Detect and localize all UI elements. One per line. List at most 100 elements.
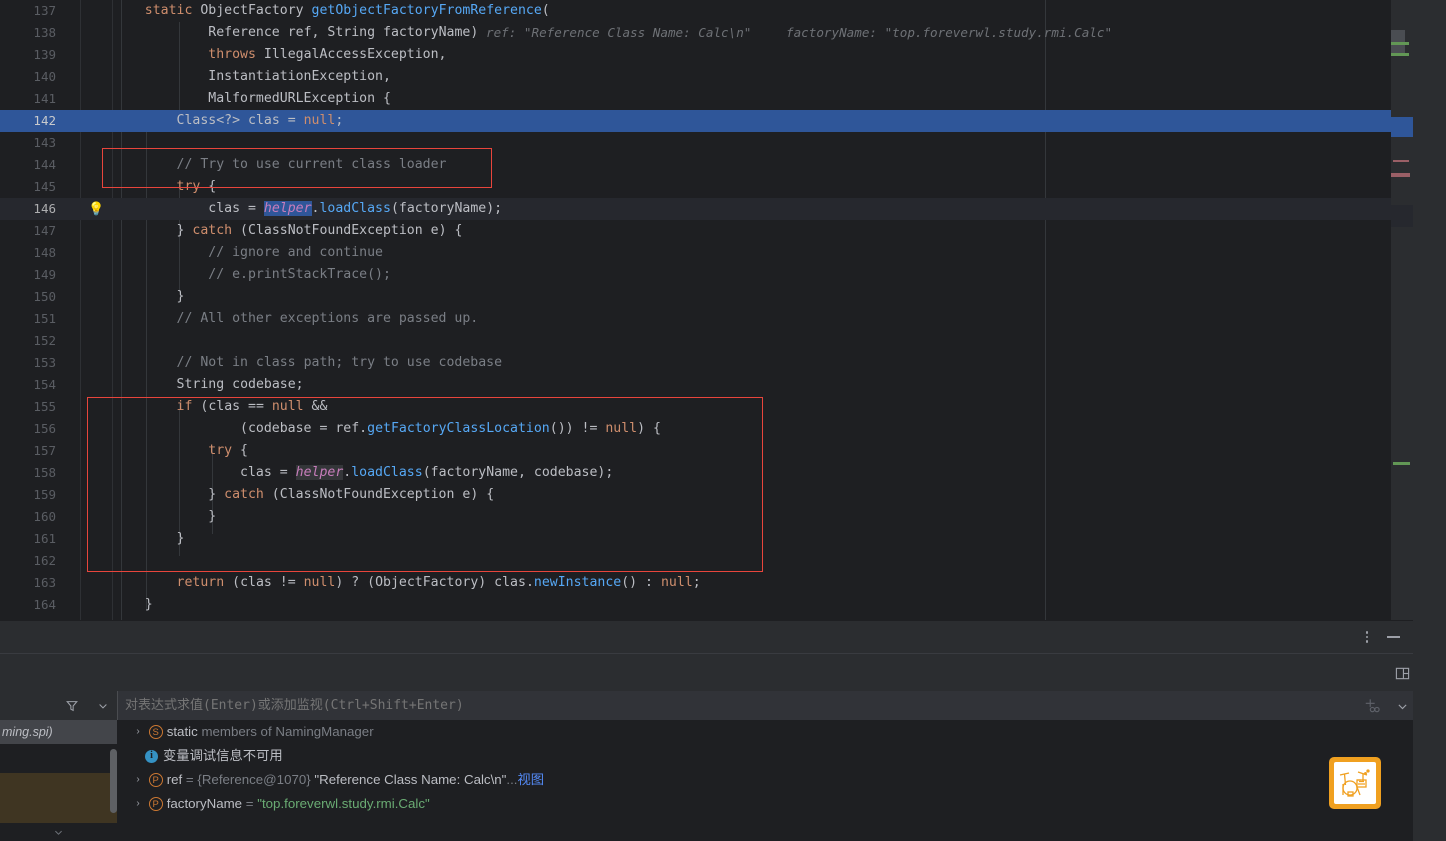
editor-marker-strip[interactable] — [1391, 0, 1446, 620]
code-line[interactable]: 147 } catch (ClassNotFoundException e) { — [0, 220, 1391, 242]
variable-row-static[interactable]: › Sstatic members of NamingManager — [117, 720, 1446, 744]
selection-marker — [1391, 117, 1413, 137]
filter-funnel-icon[interactable] — [62, 696, 82, 716]
editor-bottom-toolbar[interactable] — [0, 620, 1446, 653]
code-line[interactable]: 164 } — [0, 594, 1391, 616]
code-text: (codebase = ref.getFactoryClassLocation(… — [113, 421, 661, 436]
code-line[interactable]: 141 MalformedURLException { — [0, 88, 1391, 110]
code-line[interactable]: 142 Class<?> clas = null; — [0, 110, 1391, 132]
code-line[interactable]: 137 static ObjectFactory getObjectFactor… — [0, 0, 1391, 22]
variables-list[interactable]: › Sstatic members of NamingManager i 变量调试… — [117, 720, 1446, 841]
code-line[interactable]: 157 try { — [0, 440, 1391, 462]
line-number: 145 — [33, 179, 56, 194]
current-line-marker — [1391, 205, 1413, 227]
code-line[interactable]: 139 throws IllegalAccessException, — [0, 44, 1391, 66]
line-number: 146 — [33, 201, 56, 216]
code-text: try { — [208, 443, 248, 458]
code-text: } catch (ClassNotFoundException e) { — [113, 223, 463, 238]
frames-dropdown-icon[interactable] — [93, 696, 113, 716]
frames-scrollbar[interactable] — [110, 749, 117, 813]
code-text: } catch (ClassNotFoundException e) { — [113, 487, 495, 502]
code-line[interactable]: 146 💡 clas = helper.loadClass(factoryName… — [0, 198, 1391, 220]
variable-equals: = — [182, 772, 198, 787]
code-line[interactable]: 158 clas = helper.loadClass(factoryName,… — [0, 462, 1391, 484]
code-text: // All other exceptions are passed up. — [176, 311, 479, 326]
code-editor[interactable]: 137 static ObjectFactory getObjectFactor… — [0, 0, 1446, 620]
line-number: 153 — [33, 355, 56, 370]
line-number: 154 — [33, 377, 56, 392]
variable-row-ref[interactable]: › Pref = {Reference@1070} "Reference Cla… — [117, 768, 1446, 792]
line-number: 157 — [33, 443, 56, 458]
code-line[interactable]: 159 } catch (ClassNotFoundException e) { — [0, 484, 1391, 506]
frame-label: ming.spi) — [2, 725, 53, 739]
editor-scroll-pane[interactable]: 137 static ObjectFactory getObjectFactor… — [0, 0, 1391, 620]
frames-toolbar[interactable] — [0, 691, 117, 720]
line-number: 150 — [33, 289, 56, 304]
code-line[interactable]: 150 } — [0, 286, 1391, 308]
parameter-badge-icon: P — [148, 797, 163, 812]
code-text: static ObjectFactory getObjectFactoryFro… — [144, 3, 550, 18]
code-line[interactable]: 155 if (clas == null && — [0, 396, 1391, 418]
marker-ok — [1391, 42, 1409, 45]
line-number: 152 — [33, 333, 56, 348]
expand-chevron-icon[interactable]: › — [131, 792, 145, 816]
drum-kit-icon[interactable] — [1329, 757, 1381, 809]
code-line[interactable]: 161 } — [0, 528, 1391, 550]
marker-ok — [1391, 53, 1409, 56]
add-watch-icon[interactable] — [1361, 696, 1383, 716]
variable-equals: = — [242, 796, 258, 811]
code-line[interactable]: 152 — [0, 330, 1391, 352]
code-line[interactable]: 149 // e.printStackTrace(); — [0, 264, 1391, 286]
frames-pane[interactable]: ming.spi) — [0, 691, 117, 841]
variables-collapse-icon[interactable] — [1392, 696, 1412, 716]
line-number: 161 — [33, 531, 56, 546]
layout-split-icon[interactable] — [1392, 663, 1412, 683]
lightbulb-icon[interactable]: 💡 — [88, 202, 104, 217]
expand-chevron-icon[interactable]: › — [131, 720, 145, 744]
drum-kit-glyph — [1334, 762, 1376, 804]
code-line[interactable]: 163 return (clas != null) ? (ObjectFacto… — [0, 572, 1391, 594]
code-text: clas = helper.loadClass(factoryName); — [208, 201, 503, 216]
code-line[interactable]: 138 Reference ref, String factoryName) re… — [0, 22, 1391, 44]
code-line[interactable]: 151 // All other exceptions are passed u… — [0, 308, 1391, 330]
code-line[interactable]: 160 } — [0, 506, 1391, 528]
marker-warn — [1391, 173, 1410, 177]
line-number: 148 — [33, 245, 56, 260]
code-line[interactable]: 162 — [0, 550, 1391, 572]
debugger-panel[interactable]: ming.spi) 对表达式求值(Enter)或添加监视(Ctrl+Shift+… — [0, 691, 1446, 841]
parameter-badge-icon: P — [148, 773, 163, 788]
code-text: MalformedURLException { — [208, 91, 391, 106]
code-line[interactable]: 143 — [0, 132, 1391, 154]
info-badge-icon: i — [145, 749, 158, 763]
ide-window: 137 static ObjectFactory getObjectFactor… — [0, 0, 1446, 841]
code-line[interactable]: 145 try { — [0, 176, 1391, 198]
expand-chevron-icon[interactable]: › — [131, 768, 145, 792]
line-number: 159 — [33, 487, 56, 502]
line-number: 149 — [33, 267, 56, 282]
variable-value: "Reference Class Name: Calc\n" — [314, 772, 507, 787]
view-link[interactable]: 视图 — [517, 772, 544, 787]
variable-row-factoryname[interactable]: › PfactoryName = "top.foreverwl.study.rm… — [117, 792, 1446, 816]
panel-header-toolbar[interactable] — [0, 653, 1446, 691]
code-line[interactable]: 144 // Try to use current class loader — [0, 154, 1391, 176]
code-text: } — [113, 509, 217, 524]
frame-row[interactable]: ming.spi) — [0, 720, 117, 744]
code-line[interactable]: 154 String codebase; — [0, 374, 1391, 396]
code-line[interactable]: 153 // Not in class path; try to use cod… — [0, 352, 1391, 374]
code-line[interactable]: 148 // ignore and continue — [0, 242, 1391, 264]
line-number: 151 — [33, 311, 56, 326]
watch-input[interactable] — [125, 691, 1325, 720]
editor-lines: 137 static ObjectFactory getObjectFactor… — [0, 0, 1391, 616]
watch-expression-bar[interactable] — [117, 691, 1446, 720]
frames-scroll-down-icon[interactable] — [0, 823, 117, 841]
variables-pane[interactable]: › Sstatic members of NamingManager i 变量调试… — [117, 691, 1446, 841]
more-options-icon[interactable] — [1358, 627, 1376, 647]
line-number: 160 — [33, 509, 56, 524]
code-line[interactable]: 140 InstantiationException, — [0, 66, 1391, 88]
code-text: // ignore and continue — [208, 245, 383, 260]
minimize-icon[interactable] — [1383, 627, 1403, 647]
code-line[interactable]: 156 (codebase = ref.getFactoryClassLocat… — [0, 418, 1391, 440]
code-text: String codebase; — [176, 377, 304, 392]
line-number: 144 — [33, 157, 56, 172]
static-badge-icon: S — [148, 725, 163, 740]
